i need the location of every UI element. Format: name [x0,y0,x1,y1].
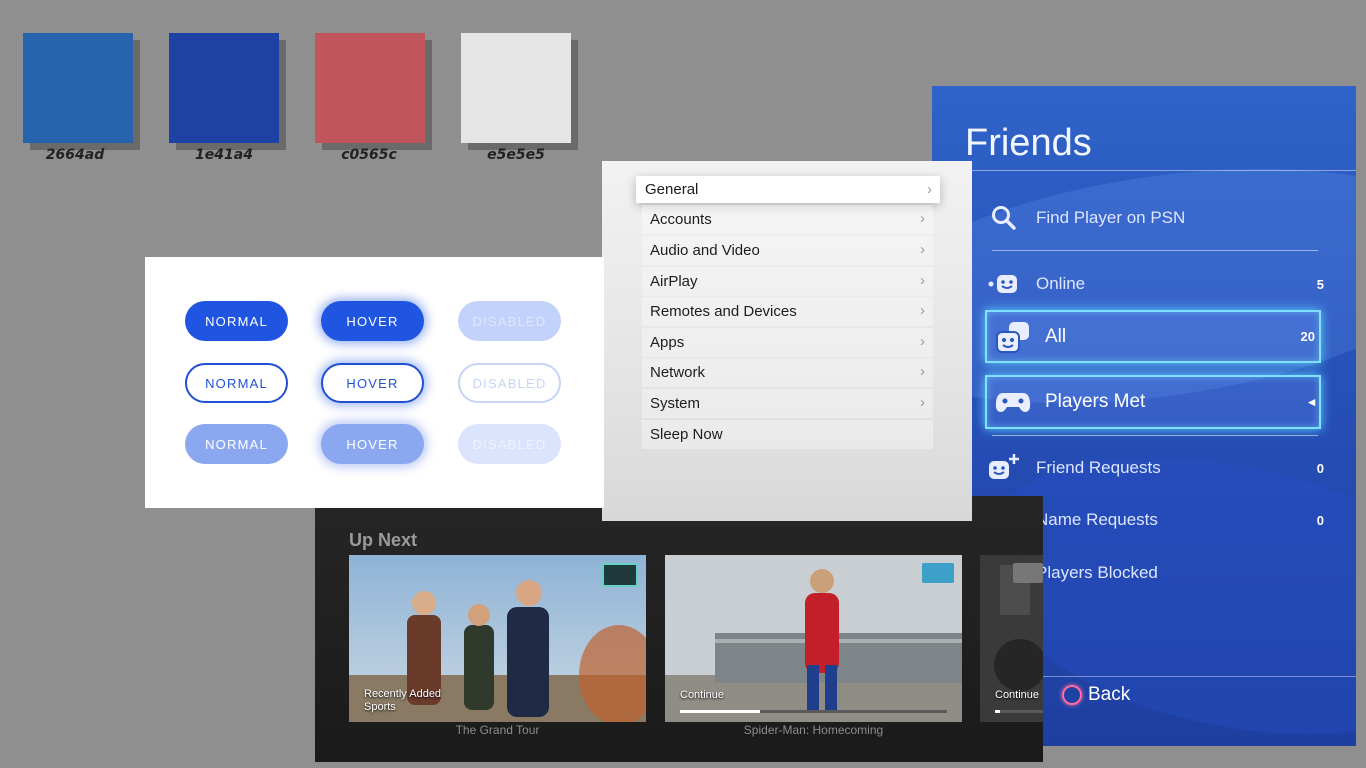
settings-item-accounts[interactable]: Accounts › [642,205,933,234]
swatch-label: 2664ad [45,147,105,163]
settings-item-remotes[interactable]: Remotes and Devices › [642,297,933,326]
normal-light-button[interactable]: NORMAL [185,424,288,464]
up-next-panel: Up Next Recently Added Sports The Grand … [315,496,1043,762]
item-label: General [645,181,699,198]
swatch-red [315,33,425,143]
item-label: Friend Requests [1036,458,1161,477]
friends-item-online[interactable]: Online 5 [984,259,1324,309]
caption-line: Sports [364,701,396,713]
find-player-label: Find Player on PSN [1036,208,1186,227]
settings-item-sleep-now[interactable]: Sleep Now [642,420,933,449]
online-friend-icon [984,264,1024,304]
chevron-right-icon: › [920,363,925,380]
item-label: Accounts [650,211,712,228]
back-label: Back [1088,684,1131,705]
swatch-blue [23,33,133,143]
channel-badge [922,563,954,583]
collapse-arrow-icon: ◂ [1308,394,1315,409]
settings-item-audio-video[interactable]: Audio and Video › [642,236,933,265]
disabled-light-button: DISABLED [458,424,561,464]
item-label: AirPlay [650,273,698,290]
search-icon [984,198,1024,238]
item-label: Players Blocked [1036,563,1158,582]
item-label: Players Met [1045,391,1146,412]
settings-item-airplay[interactable]: AirPlay › [642,267,933,296]
item-count: 20 [1300,329,1315,344]
item-label: Sleep Now [650,426,723,443]
swatch-dark-blue [169,33,279,143]
friends-item-friend-requests[interactable]: Friend Requests 0 [984,443,1324,493]
friends-item-players-met[interactable]: Players Met ◂ [985,375,1321,429]
hover-button[interactable]: HOVER [321,301,424,341]
controller-icon [993,382,1033,422]
card-caption: Continue [995,689,1039,702]
card-caption: Recently Added Sports [364,688,441,714]
divider [932,170,1356,171]
disabled-outline-button: DISABLED [458,363,561,403]
card-title: Spider-Man: Homecoming [743,723,884,737]
caption-line: Recently Added [364,688,442,700]
settings-item-apps[interactable]: Apps › [642,328,933,357]
find-player-button[interactable]: Find Player on PSN [984,193,1324,243]
disabled-button: DISABLED [458,301,561,341]
item-label: Apps [650,334,685,351]
caption-line: Continue [680,689,725,701]
item-count: 0 [1316,512,1324,528]
page-title: Friends [965,122,1092,164]
swatch-label: c0565c [341,147,397,163]
chevron-right-icon: › [920,241,925,258]
section-title: Up Next [349,530,418,550]
friends-item-all[interactable]: All 20 [985,310,1321,363]
item-label: All [1045,325,1067,347]
settings-item-general[interactable]: General › [636,176,940,203]
swatch-label: e5e5e5 [487,147,545,163]
item-label: Name Requests [1036,510,1158,529]
back-button[interactable]: Back [1062,684,1130,706]
item-label: Network [650,364,706,381]
item-label: Audio and Video [650,242,760,259]
chevron-right-icon: › [920,272,925,289]
hover-light-button[interactable]: HOVER [321,424,424,464]
item-label: System [650,395,701,412]
normal-outline-button[interactable]: NORMAL [185,363,288,403]
channel-badge [1013,563,1043,583]
card-title: The Grand Tour [455,723,540,737]
add-friend-icon [984,448,1024,488]
progress-bar [995,710,1043,713]
circle-button-icon [1062,685,1082,705]
up-next-card-partial[interactable]: Continue [980,555,1043,722]
hover-outline-button[interactable]: HOVER [321,363,424,403]
item-count: 0 [1316,460,1324,476]
item-count: 5 [1316,276,1324,292]
caption-line: Continue [995,689,1040,701]
item-label: Online [1036,274,1086,293]
chevron-right-icon: › [920,302,925,319]
channel-badge [602,563,638,587]
card-caption: Continue [680,689,724,702]
settings-menu: General › Accounts › Audio and Video › A… [602,161,972,521]
divider [992,250,1318,251]
chevron-right-icon: › [920,333,925,350]
up-next-card-spider-man[interactable]: Continue [665,555,962,722]
swatch-light-gray [461,33,571,143]
chevron-right-icon: › [920,394,925,411]
button-states-panel: NORMAL HOVER DISABLED NORMAL HOVER DISAB… [145,257,604,508]
item-label: Remotes and Devices [650,303,797,320]
chevron-right-icon: › [927,181,932,198]
progress-bar [680,710,947,713]
up-next-card-grand-tour[interactable]: Recently Added Sports [349,555,646,722]
normal-button[interactable]: NORMAL [185,301,288,341]
swatch-label: 1e41a4 [195,147,253,163]
divider [992,435,1318,436]
settings-item-system[interactable]: System › [642,389,933,418]
friends-group-icon [993,317,1033,357]
settings-item-network[interactable]: Network › [642,358,933,387]
chevron-right-icon: › [920,210,925,227]
